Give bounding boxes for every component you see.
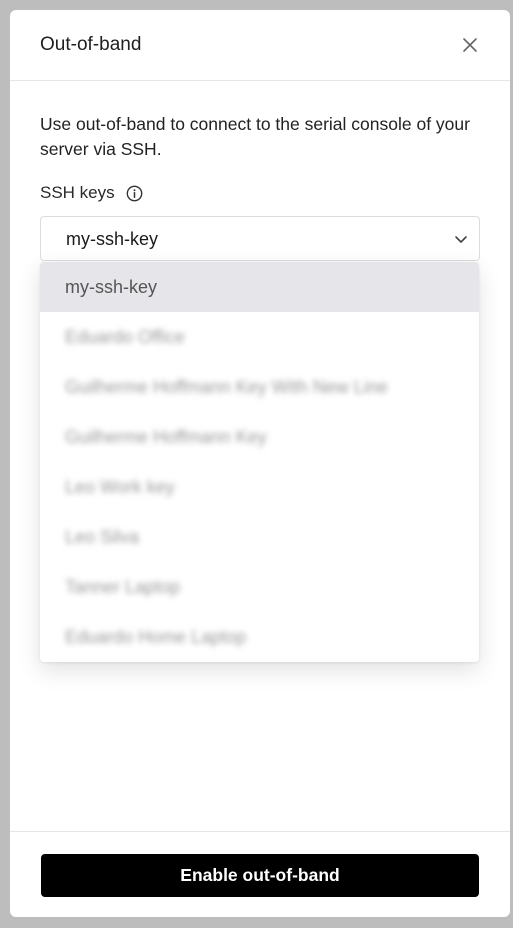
ssh-keys-select-value: my-ssh-key xyxy=(66,229,159,249)
dropdown-option[interactable]: Guilherme Hoffmann Key With New Line xyxy=(40,362,479,412)
chevron-down-icon xyxy=(454,232,468,251)
dropdown-option[interactable]: Leo Silva xyxy=(40,512,479,562)
modal-footer: Enable out-of-band xyxy=(10,831,510,917)
dropdown-option[interactable]: Eduardo Office xyxy=(40,312,479,362)
modal-title: Out-of-band xyxy=(40,34,142,55)
modal-header: Out-of-band xyxy=(10,10,510,81)
ssh-keys-label-text: SSH keys xyxy=(40,183,115,202)
dropdown-option[interactable]: Eduardo Home Laptop xyxy=(40,612,479,662)
dropdown-option[interactable]: Leo Work key xyxy=(40,462,479,512)
modal-description: Use out-of-band to connect to the serial… xyxy=(40,114,470,159)
ssh-keys-dropdown-menu: my-ssh-key Eduardo Office Guilherme Hoff… xyxy=(40,262,479,662)
info-icon[interactable] xyxy=(126,185,143,202)
dropdown-option-my-ssh-key[interactable]: my-ssh-key xyxy=(40,262,479,312)
enable-out-of-band-button[interactable]: Enable out-of-band xyxy=(41,854,479,897)
ssh-keys-select[interactable]: my-ssh-key xyxy=(40,216,480,261)
ssh-keys-label: SSH keys xyxy=(40,183,143,203)
dropdown-option[interactable]: Tanner Laptop xyxy=(40,562,479,612)
out-of-band-modal: Out-of-band Use out-of-band to connect t… xyxy=(10,10,510,917)
dropdown-option[interactable]: Guilherme Hoffmann Key xyxy=(40,412,479,462)
close-button[interactable] xyxy=(459,34,481,56)
close-icon xyxy=(463,38,477,52)
